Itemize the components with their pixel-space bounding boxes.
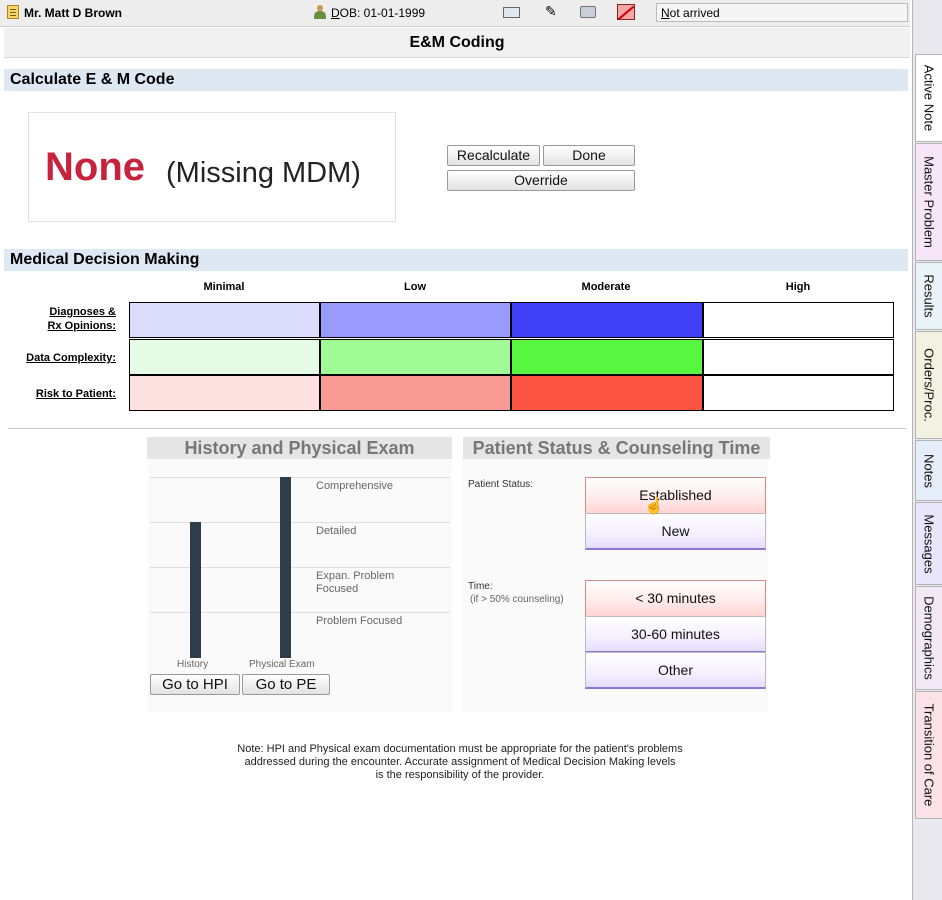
mdm-cell-risk-low[interactable] xyxy=(320,375,511,411)
done-button[interactable]: Done xyxy=(543,145,635,166)
cancel-chart-icon[interactable] xyxy=(617,4,635,21)
mdm-col-moderate: Moderate xyxy=(581,281,631,293)
tab-messages[interactable]: Messages xyxy=(915,502,942,585)
hand-cursor-icon: ☝ xyxy=(644,498,664,515)
patient-dob: DOB: 01-01-1999 xyxy=(331,6,426,20)
tab-demographics[interactable]: Demographics xyxy=(915,586,942,690)
tab-master-problem[interactable]: Master Problem xyxy=(915,143,942,261)
history-exam-heading: History and Physical Exam xyxy=(147,437,452,459)
recalculate-button[interactable]: Recalculate xyxy=(447,145,540,166)
mdm-col-minimal: Minimal xyxy=(203,281,245,293)
mdm-cell-risk-minimal[interactable] xyxy=(129,375,320,411)
mdm-col-low: Low xyxy=(404,281,426,293)
level-expanded-problem-focused: Expan. Problem Focused xyxy=(316,570,395,595)
em-code-value: None xyxy=(45,145,145,189)
patient-status-heading: Patient Status & Counseling Time xyxy=(463,437,770,459)
em-code-display: None (Missing MDM) xyxy=(28,112,396,222)
mdm-cell-diagnoses-high[interactable] xyxy=(703,302,894,338)
patient-status-label: Patient Status: xyxy=(468,479,534,490)
override-button[interactable]: Override xyxy=(447,170,635,191)
go-to-hpi-button[interactable]: Go to HPI xyxy=(150,674,240,695)
level-problem-focused: Problem Focused xyxy=(316,615,403,627)
mdm-cell-data-moderate[interactable] xyxy=(511,339,703,375)
em-code-note: (Missing MDM) xyxy=(166,157,361,189)
mdm-cell-data-high[interactable] xyxy=(703,339,894,375)
tab-results[interactable]: Results xyxy=(915,262,942,330)
calculate-section-heading: Calculate E & M Code xyxy=(4,69,908,91)
patient-name[interactable]: Mr. Matt D Brown xyxy=(24,6,122,20)
level-detailed: Detailed xyxy=(316,525,357,537)
mdm-cell-risk-moderate[interactable] xyxy=(511,375,703,411)
tab-transition-of-care[interactable]: Transition of Care xyxy=(915,691,942,819)
printer-icon[interactable] xyxy=(580,6,596,18)
status-established-option[interactable]: Established xyxy=(585,477,766,514)
mdm-cell-diagnoses-moderate[interactable] xyxy=(511,302,703,338)
mdm-cell-risk-high[interactable] xyxy=(703,375,894,411)
physical-exam-level-bar xyxy=(280,477,291,658)
visit-status: Not arrived xyxy=(661,6,720,20)
level-comprehensive: Comprehensive xyxy=(316,480,394,492)
mdm-cell-data-low[interactable] xyxy=(320,339,511,375)
history-bar-label: History xyxy=(177,659,209,670)
coding-disclaimer: Note: HPI and Physical exam documentatio… xyxy=(237,743,683,781)
mdm-cell-data-minimal[interactable] xyxy=(129,339,320,375)
time-label: Time: xyxy=(468,581,493,592)
page-title: E&M Coding xyxy=(4,28,910,58)
history-level-bar xyxy=(190,522,201,658)
time-sublabel: (if > 50% counseling) xyxy=(470,594,564,605)
physical-exam-bar-label: Physical Exam xyxy=(249,659,315,670)
mdm-col-high: High xyxy=(785,281,811,293)
tab-active-note[interactable]: Active Note xyxy=(915,54,942,142)
status-new-option[interactable]: New xyxy=(585,513,766,550)
tab-orders-proc[interactable]: Orders/Proc. xyxy=(915,331,942,439)
tab-notes[interactable]: Notes xyxy=(915,440,942,501)
note-icon[interactable] xyxy=(7,5,19,19)
level-gridline xyxy=(150,477,450,478)
patient-header-bar: Mr. Matt D Brown DOB: 01-01-1999 ✎ Not a… xyxy=(0,0,910,27)
pen-icon[interactable]: ✎ xyxy=(545,4,560,19)
mdm-row-risk-label[interactable]: Risk to Patient: xyxy=(36,387,116,401)
time-other-option[interactable]: Other xyxy=(585,652,766,689)
go-to-pe-button[interactable]: Go to PE xyxy=(242,674,330,695)
mdm-cell-diagnoses-minimal[interactable] xyxy=(129,302,320,338)
divider xyxy=(8,428,906,429)
time-under-30-option[interactable]: < 30 minutes xyxy=(585,580,766,617)
mdm-section-heading: Medical Decision Making xyxy=(4,249,908,271)
time-30-60-option[interactable]: 30-60 minutes xyxy=(585,616,766,653)
card-icon[interactable] xyxy=(503,7,520,18)
person-icon xyxy=(314,5,326,19)
mdm-cell-diagnoses-low[interactable] xyxy=(320,302,511,338)
mdm-row-diagnoses-label[interactable]: Diagnoses & Rx Opinions: xyxy=(48,305,116,333)
mdm-row-data-label[interactable]: Data Complexity: xyxy=(26,351,116,365)
